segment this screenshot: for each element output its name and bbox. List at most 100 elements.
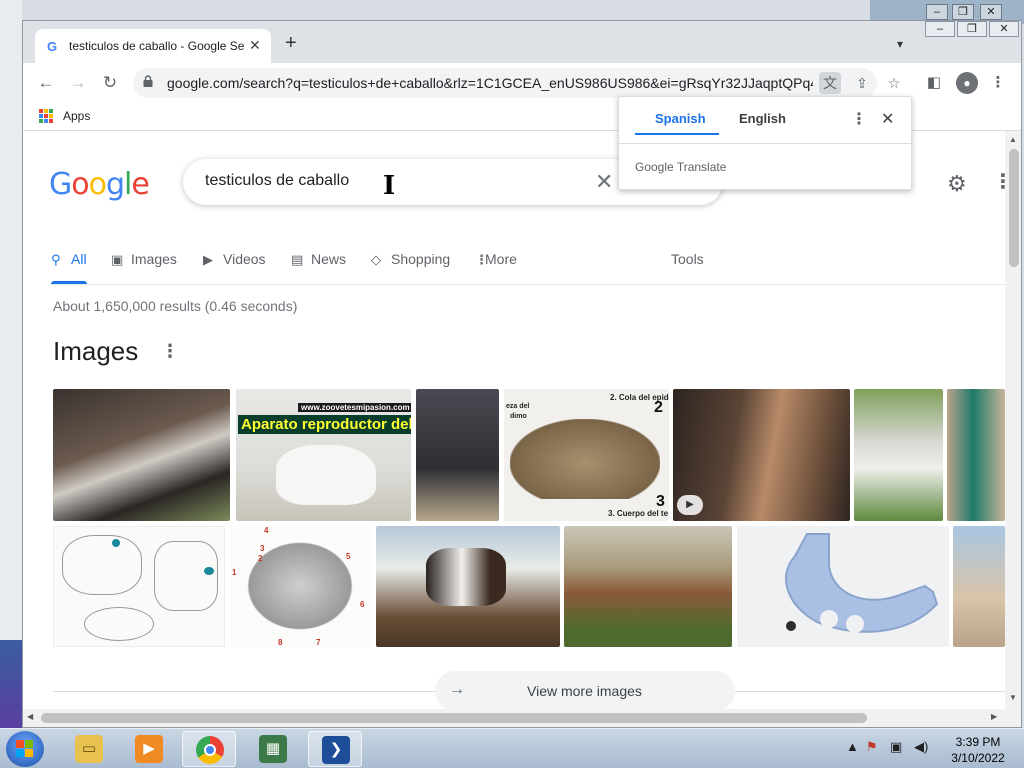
image-thumbnail[interactable] bbox=[564, 526, 732, 647]
scroll-right-icon[interactable]: ▶ bbox=[991, 712, 997, 721]
apps-bookmark[interactable]: Apps bbox=[63, 109, 90, 123]
tab-shopping[interactable]: ◇ Shopping bbox=[371, 235, 455, 285]
images-more-icon[interactable]: ⋮ bbox=[161, 341, 179, 362]
thumbnail-caption: 2 bbox=[654, 399, 663, 416]
google-favicon-icon: G bbox=[47, 39, 58, 54]
vertical-scrollbar[interactable]: ▲ ▼ bbox=[1005, 131, 1021, 709]
taskbar-chrome[interactable] bbox=[182, 731, 236, 767]
apps-grid-icon[interactable] bbox=[39, 109, 53, 123]
network-icon[interactable]: ▣ bbox=[890, 739, 902, 755]
more-options-icon[interactable]: ⋮ bbox=[993, 169, 1005, 194]
image-content bbox=[204, 567, 214, 575]
scrollbar-thumb[interactable] bbox=[1009, 149, 1019, 267]
show-hidden-icons-icon[interactable]: ▲ bbox=[846, 739, 859, 754]
tools-button[interactable]: Tools bbox=[671, 251, 704, 267]
scrollbar-thumb[interactable] bbox=[41, 713, 867, 723]
taskbar-powershell[interactable]: ❯ bbox=[308, 731, 362, 767]
tab-all[interactable]: ⚲ All bbox=[51, 235, 91, 285]
news-icon: ▤ bbox=[291, 252, 304, 267]
image-thumbnail[interactable] bbox=[737, 526, 949, 647]
image-thumbnail[interactable]: www.zoovetesmipasion.com Aparato reprodu… bbox=[236, 389, 411, 521]
lock-icon bbox=[143, 75, 153, 87]
video-icon: ▶ bbox=[203, 252, 213, 267]
image-thumbnail[interactable]: 4 3 2 1 5 6 8 7 bbox=[230, 526, 371, 647]
close-window-icon[interactable]: ✕ bbox=[989, 21, 1019, 37]
browser-tab[interactable]: G testiculos de caballo - Google Se ✕ bbox=[35, 29, 271, 63]
thumbnail-caption: 6 bbox=[360, 600, 365, 609]
volume-icon[interactable]: ◀) bbox=[914, 739, 928, 755]
image-thumbnail[interactable] bbox=[53, 526, 225, 647]
thumbnail-caption: Aparato reproductor del c bbox=[238, 415, 411, 434]
image-thumbnail[interactable] bbox=[854, 389, 943, 521]
image-thumbnail[interactable] bbox=[376, 526, 560, 647]
image-content bbox=[112, 539, 120, 547]
maximize-icon[interactable]: ❐ bbox=[957, 21, 987, 37]
active-language-indicator bbox=[635, 133, 719, 135]
image-thumbnail[interactable] bbox=[947, 389, 1005, 521]
close-icon[interactable]: ✕ bbox=[881, 109, 894, 129]
minimize-icon[interactable]: – bbox=[926, 4, 948, 20]
images-heading: Images bbox=[53, 336, 139, 366]
search-results-page: Google testiculos de caballo ✕ I ⚙ ⋮ ⚲ A… bbox=[23, 131, 1005, 709]
clear-search-icon[interactable]: ✕ bbox=[595, 169, 613, 195]
google-logo[interactable]: Google bbox=[49, 167, 150, 202]
translate-options-icon[interactable]: ⋮ bbox=[851, 109, 867, 129]
taskbar-explorer[interactable]: ▭ bbox=[62, 731, 116, 767]
back-icon[interactable]: ← bbox=[35, 72, 57, 94]
image-content bbox=[240, 536, 360, 636]
thumbnail-caption: 7 bbox=[316, 638, 321, 647]
language-option-english[interactable]: English bbox=[739, 111, 786, 126]
image-thumbnail[interactable]: ▶ bbox=[673, 389, 850, 521]
new-tab-icon[interactable]: + bbox=[285, 33, 297, 53]
image-thumbnail[interactable] bbox=[53, 389, 230, 521]
settings-gear-icon[interactable]: ⚙ bbox=[947, 171, 967, 197]
close-icon[interactable]: ✕ bbox=[980, 4, 1002, 20]
image-content bbox=[154, 541, 218, 611]
desktop-wallpaper bbox=[0, 640, 22, 728]
thumbnail-caption: 5 bbox=[346, 552, 351, 561]
result-stats: About 1,650,000 results (0.46 seconds) bbox=[53, 298, 298, 314]
arrow-right-icon: → bbox=[449, 681, 465, 698]
translate-popup: Spanish English ⋮ ✕ Google Translate bbox=[618, 96, 913, 190]
minimize-icon[interactable]: – bbox=[925, 21, 955, 37]
image-results-grid: www.zoovetesmipasion.com Aparato reprodu… bbox=[53, 389, 1005, 649]
view-more-images-button[interactable]: → View more images bbox=[435, 671, 735, 709]
scroll-down-icon[interactable]: ▼ bbox=[1009, 693, 1017, 702]
taskbar-task-manager[interactable]: ▦ bbox=[246, 731, 300, 767]
close-tab-icon[interactable]: ✕ bbox=[249, 37, 261, 54]
translate-icon[interactable]: 文 bbox=[819, 72, 841, 94]
image-thumbnail[interactable] bbox=[416, 389, 499, 521]
media-player-icon: ▶ bbox=[135, 735, 163, 763]
address-bar[interactable]: google.com/search?q=testiculos+de+caball… bbox=[133, 68, 900, 98]
system-clock[interactable]: 3:39 PM 3/10/2022 bbox=[946, 734, 1010, 766]
action-center-icon[interactable]: ⚑ bbox=[866, 739, 878, 755]
chrome-icon bbox=[196, 736, 224, 764]
start-button-icon[interactable] bbox=[6, 731, 44, 767]
tab-strip: G testiculos de caballo - Google Se ✕ + … bbox=[23, 21, 1021, 63]
thumbnail-caption: 1 bbox=[232, 568, 237, 577]
tab-images[interactable]: ▣ Images bbox=[111, 235, 183, 285]
tab-news[interactable]: ▤ News bbox=[291, 235, 355, 285]
image-thumbnail[interactable]: eza del dimo 2. Cola del epid 2 3. Cuerp… bbox=[504, 389, 669, 521]
scroll-up-icon[interactable]: ▲ bbox=[1009, 135, 1017, 144]
chrome-menu-icon[interactable]: ⋮ bbox=[987, 72, 1009, 94]
forward-icon[interactable]: → bbox=[67, 72, 89, 94]
language-option-spanish[interactable]: Spanish bbox=[655, 111, 706, 126]
background-window-edge bbox=[0, 0, 22, 728]
reload-icon[interactable]: ↻ bbox=[99, 72, 121, 94]
bookmark-star-icon[interactable]: ☆ bbox=[883, 72, 905, 94]
google-translate-brand: Google Translate bbox=[635, 160, 727, 174]
restore-icon[interactable]: ❐ bbox=[952, 4, 974, 20]
horizontal-scrollbar[interactable]: ◀ ▶ bbox=[23, 709, 1021, 727]
share-icon[interactable]: ⇪ bbox=[851, 72, 873, 94]
tab-more[interactable]: ⋮ More bbox=[475, 235, 525, 285]
profile-avatar-icon[interactable]: ● bbox=[956, 72, 978, 94]
tab-videos[interactable]: ▶ Videos bbox=[203, 235, 275, 285]
side-panel-icon[interactable]: ◧ bbox=[923, 72, 945, 94]
taskbar-media-player[interactable]: ▶ bbox=[122, 731, 176, 767]
chevron-down-icon[interactable]: ▾ bbox=[897, 37, 903, 51]
image-content bbox=[785, 533, 939, 633]
image-thumbnail[interactable] bbox=[953, 526, 1005, 647]
scroll-left-icon[interactable]: ◀ bbox=[27, 712, 33, 721]
image-content bbox=[510, 419, 660, 499]
